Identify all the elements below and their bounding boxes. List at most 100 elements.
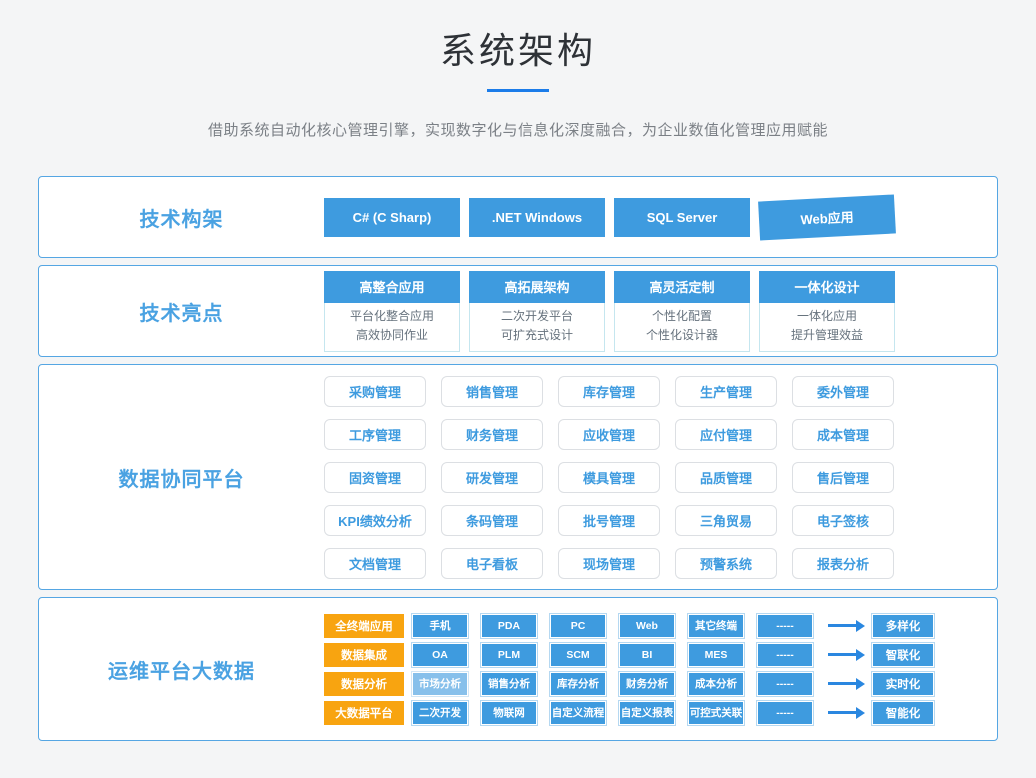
- module-button[interactable]: 品质管理: [675, 462, 777, 493]
- ops-item-chip[interactable]: 成本分析: [688, 672, 744, 696]
- module-button[interactable]: 现场管理: [558, 548, 660, 579]
- module-button[interactable]: 成本管理: [792, 419, 894, 450]
- ops-item-chip[interactable]: -----: [757, 701, 813, 725]
- highlight-card-flexibility: 高灵活定制 个性化配置 个性化设计器: [614, 271, 750, 352]
- page-title: 系统架构: [0, 22, 1036, 74]
- ops-row-terminals: 全终端应用 手机 PDA PC Web 其它终端 ----- 多样化: [324, 614, 934, 638]
- module-button[interactable]: 工序管理: [324, 419, 426, 450]
- ops-item-chip[interactable]: 二次开发: [412, 701, 468, 725]
- module-button[interactable]: 条码管理: [441, 505, 543, 536]
- ops-item-chip[interactable]: 销售分析: [481, 672, 537, 696]
- highlight-card-line: 可扩充式设计: [470, 326, 604, 345]
- module-button[interactable]: 应收管理: [558, 419, 660, 450]
- ops-item-chip[interactable]: 自定义流程: [550, 701, 606, 725]
- tech-framework-button-csharp[interactable]: C# (C Sharp): [324, 198, 460, 237]
- module-grid: 采购管理 销售管理 库存管理 生产管理 委外管理 工序管理 财务管理 应收管理 …: [324, 376, 894, 579]
- ops-item-chip[interactable]: 可控式关联: [688, 701, 744, 725]
- highlight-card-body: 二次开发平台 可扩充式设计: [469, 303, 605, 352]
- ops-item-chip[interactable]: PLM: [481, 643, 537, 667]
- ops-item-chip[interactable]: PDA: [481, 614, 537, 638]
- tech-framework-button-web[interactable]: Web应用: [758, 194, 896, 240]
- ops-category-chip[interactable]: 大数据平台: [324, 701, 404, 725]
- highlight-card-body: 平台化整合应用 高效协同作业: [324, 303, 460, 352]
- module-button[interactable]: 电子签核: [792, 505, 894, 536]
- tech-framework-button-sqlserver[interactable]: SQL Server: [614, 198, 750, 237]
- section-tech-highlights: 技术亮点 高整合应用 平台化整合应用 高效协同作业 高拓展架构 二次开发平台 可…: [38, 265, 998, 357]
- section-label-tech-highlights: 技术亮点: [39, 297, 324, 326]
- ops-item-chip[interactable]: 财务分析: [619, 672, 675, 696]
- tech-framework-buttons: C# (C Sharp) .NET Windows SQL Server Web…: [324, 198, 997, 237]
- architecture-sections: 技术构架 C# (C Sharp) .NET Windows SQL Serve…: [38, 176, 998, 741]
- section-label-tech-framework: 技术构架: [39, 203, 324, 232]
- highlight-card-body: 个性化配置 个性化设计器: [614, 303, 750, 352]
- highlight-card-title: 一体化设计: [759, 271, 895, 303]
- ops-result-chip[interactable]: 智能化: [872, 701, 934, 725]
- highlight-card-line: 一体化应用: [760, 307, 894, 326]
- ops-item-chip[interactable]: BI: [619, 643, 675, 667]
- ops-item-chip[interactable]: 手机: [412, 614, 468, 638]
- section-tech-framework: 技术构架 C# (C Sharp) .NET Windows SQL Serve…: [38, 176, 998, 258]
- module-button[interactable]: 文档管理: [324, 548, 426, 579]
- module-button[interactable]: 库存管理: [558, 376, 660, 407]
- module-button[interactable]: 生产管理: [675, 376, 777, 407]
- highlight-card-body: 一体化应用 提升管理效益: [759, 303, 895, 352]
- section-ops-platform: 运维平台大数据 全终端应用 手机 PDA PC Web 其它终端 ----- 多…: [38, 597, 998, 741]
- highlight-card-extensibility: 高拓展架构 二次开发平台 可扩充式设计: [469, 271, 605, 352]
- module-button[interactable]: 固资管理: [324, 462, 426, 493]
- ops-category-chip[interactable]: 全终端应用: [324, 614, 404, 638]
- module-button[interactable]: 研发管理: [441, 462, 543, 493]
- ops-item-chip[interactable]: SCM: [550, 643, 606, 667]
- ops-row-bigdata: 大数据平台 二次开发 物联网 自定义流程 自定义报表 可控式关联 ----- 智…: [324, 701, 934, 725]
- highlight-card-unified-design: 一体化设计 一体化应用 提升管理效益: [759, 271, 895, 352]
- highlight-card-title: 高整合应用: [324, 271, 460, 303]
- ops-item-chip[interactable]: 其它终端: [688, 614, 744, 638]
- ops-item-chip[interactable]: -----: [757, 672, 813, 696]
- highlight-card-line: 个性化配置: [615, 307, 749, 326]
- highlight-card-line: 个性化设计器: [615, 326, 749, 345]
- module-button[interactable]: 应付管理: [675, 419, 777, 450]
- section-label-data-platform: 数据协同平台: [39, 463, 324, 492]
- right-arrow-icon: [828, 653, 856, 656]
- tech-framework-button-dotnet[interactable]: .NET Windows: [469, 198, 605, 237]
- ops-item-chip[interactable]: Web: [619, 614, 675, 638]
- ops-row-analysis: 数据分析 市场分析 销售分析 库存分析 财务分析 成本分析 ----- 实时化: [324, 672, 934, 696]
- ops-category-chip[interactable]: 数据分析: [324, 672, 404, 696]
- module-button[interactable]: 财务管理: [441, 419, 543, 450]
- right-arrow-icon: [828, 711, 856, 714]
- highlight-card-title: 高灵活定制: [614, 271, 750, 303]
- module-button[interactable]: 销售管理: [441, 376, 543, 407]
- ops-item-chip[interactable]: 库存分析: [550, 672, 606, 696]
- ops-item-chip[interactable]: -----: [757, 614, 813, 638]
- highlight-card-integration: 高整合应用 平台化整合应用 高效协同作业: [324, 271, 460, 352]
- ops-item-chip[interactable]: MES: [688, 643, 744, 667]
- ops-result-chip[interactable]: 实时化: [872, 672, 934, 696]
- ops-result-chip[interactable]: 智联化: [872, 643, 934, 667]
- ops-row-integration: 数据集成 OA PLM SCM BI MES ----- 智联化: [324, 643, 934, 667]
- module-button[interactable]: 模具管理: [558, 462, 660, 493]
- ops-item-chip[interactable]: OA: [412, 643, 468, 667]
- ops-item-chip[interactable]: 市场分析: [412, 672, 468, 696]
- page-subtitle: 借助系统自动化核心管理引擎，实现数字化与信息化深度融合，为企业数值化管理应用赋能: [0, 119, 1036, 140]
- ops-category-chip[interactable]: 数据集成: [324, 643, 404, 667]
- ops-item-chip[interactable]: 自定义报表: [619, 701, 675, 725]
- title-underline-decoration: [487, 89, 549, 92]
- module-button[interactable]: 三角贸易: [675, 505, 777, 536]
- section-label-ops-platform: 运维平台大数据: [39, 655, 324, 684]
- module-button[interactable]: 委外管理: [792, 376, 894, 407]
- module-button[interactable]: 售后管理: [792, 462, 894, 493]
- tech-highlight-cards: 高整合应用 平台化整合应用 高效协同作业 高拓展架构 二次开发平台 可扩充式设计…: [324, 271, 997, 352]
- module-button[interactable]: 报表分析: [792, 548, 894, 579]
- right-arrow-icon: [828, 682, 856, 685]
- module-button[interactable]: 电子看板: [441, 548, 543, 579]
- highlight-card-line: 高效协同作业: [325, 326, 459, 345]
- module-button[interactable]: 批号管理: [558, 505, 660, 536]
- ops-item-chip[interactable]: 物联网: [481, 701, 537, 725]
- module-button[interactable]: KPI绩效分析: [324, 505, 426, 536]
- module-button[interactable]: 预警系统: [675, 548, 777, 579]
- ops-result-chip[interactable]: 多样化: [872, 614, 934, 638]
- ops-item-chip[interactable]: -----: [757, 643, 813, 667]
- right-arrow-icon: [828, 624, 856, 627]
- ops-platform-rows: 全终端应用 手机 PDA PC Web 其它终端 ----- 多样化 数据集成 …: [324, 614, 997, 725]
- ops-item-chip[interactable]: PC: [550, 614, 606, 638]
- module-button[interactable]: 采购管理: [324, 376, 426, 407]
